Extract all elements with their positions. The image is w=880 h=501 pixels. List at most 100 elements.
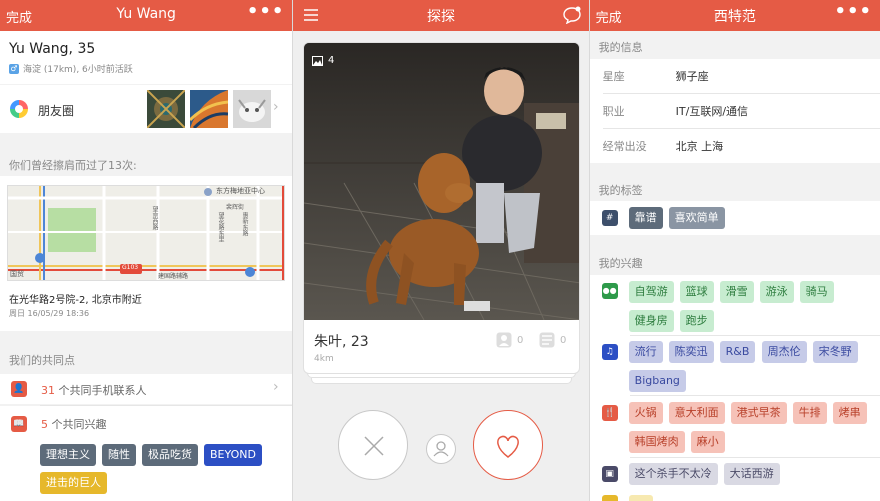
movies-tag[interactable]: 大话西游 bbox=[723, 463, 780, 485]
music-tag[interactable]: 周杰伦 bbox=[761, 341, 807, 363]
contacts-icon: 👤 bbox=[11, 381, 27, 397]
music-tag[interactable]: 流行 bbox=[628, 341, 663, 363]
info-value-haunts: 北京 上海 bbox=[675, 140, 724, 153]
map-label-street-2: 望花路东里 bbox=[217, 212, 224, 242]
common-tag[interactable]: 极品吃货 bbox=[142, 444, 198, 466]
common-friends-count: 0 bbox=[496, 332, 523, 348]
close-icon bbox=[364, 436, 384, 456]
moment-thumbnail-1[interactable] bbox=[147, 90, 185, 128]
row-divider bbox=[629, 395, 880, 396]
food-tag[interactable]: 火锅 bbox=[628, 402, 663, 424]
map-label-poi: 东方梅地亚中心 bbox=[216, 187, 265, 195]
top-bar: 探探 bbox=[293, 0, 589, 31]
common-tag[interactable]: 理想主义 bbox=[40, 444, 96, 466]
moments-count: 0 bbox=[539, 332, 566, 348]
moments-label: 朋友圈 bbox=[38, 104, 75, 118]
encounter-map[interactable]: 东方梅地亚中心 裴辉街 望花路东里 望京西路 惠新东路 建国路辅路 国贸 G10… bbox=[7, 185, 285, 281]
row-divider bbox=[602, 128, 880, 129]
info-label-haunts: 经常出没 bbox=[602, 140, 647, 153]
top-bar: 完成 Yu Wang ••• bbox=[0, 0, 293, 31]
sports-tag[interactable]: 篮球 bbox=[679, 281, 714, 303]
common-interests-count: 5 bbox=[41, 418, 48, 431]
music-tag[interactable]: 宋冬野 bbox=[812, 341, 858, 363]
image-icon bbox=[312, 55, 323, 66]
common-tag[interactable]: 随性 bbox=[102, 444, 136, 466]
location-status-text: 海淀 (17km), 6小时前活跃 bbox=[23, 65, 133, 75]
common-contacts-label: 个共同手机联系人 bbox=[55, 384, 147, 397]
sports-tag[interactable]: 跑步 bbox=[679, 310, 714, 332]
music-tag[interactable]: Bigbang bbox=[628, 370, 686, 392]
food-icon: 🍴 bbox=[601, 405, 618, 421]
common-tag[interactable]: 进击的巨人 bbox=[40, 472, 107, 494]
chat-bubble-icon[interactable] bbox=[562, 6, 581, 24]
profile-screen-info: 完成 西特范 ••• 我的信息 星座 狮子座 职业 IT/互联网/通信 经常出没… bbox=[589, 0, 880, 501]
page-title: 探探 bbox=[426, 9, 455, 25]
dislike-button[interactable] bbox=[338, 410, 408, 480]
profile-icon bbox=[433, 441, 449, 457]
profile-card[interactable]: 4 朱叶, 23 4km 0 0 bbox=[303, 42, 580, 374]
food-tag[interactable]: 牛排 bbox=[792, 402, 827, 424]
card-name-age: 朱叶, 23 bbox=[314, 334, 369, 350]
food-tag[interactable]: 麻小 bbox=[690, 431, 725, 453]
row-divider bbox=[602, 93, 880, 94]
more-button[interactable]: ••• bbox=[834, 1, 872, 22]
heart-icon bbox=[497, 435, 519, 458]
music-tag[interactable]: 陈奕迅 bbox=[668, 341, 714, 363]
top-bar: 完成 西特范 ••• bbox=[589, 0, 880, 31]
chevron-right-icon: › bbox=[273, 99, 279, 115]
encounter-time: 周日 16/05/29 18:36 bbox=[9, 309, 90, 318]
moment-thumbnail-2[interactable] bbox=[190, 90, 228, 128]
map-label-street-4: 惠新东路 bbox=[241, 212, 248, 236]
info-label-job: 职业 bbox=[602, 105, 625, 118]
sports-icon: ●● bbox=[601, 283, 618, 299]
sports-tag[interactable]: 游泳 bbox=[759, 281, 794, 303]
sports-tag[interactable]: 健身房 bbox=[628, 310, 674, 332]
encounter-address: 在光华路2号院-2, 北京市附近 bbox=[9, 295, 142, 306]
view-profile-button[interactable] bbox=[426, 434, 456, 464]
sports-tag[interactable]: 骑马 bbox=[799, 281, 834, 303]
sports-tag[interactable]: 滑雪 bbox=[719, 281, 754, 303]
card-distance: 4km bbox=[314, 354, 334, 364]
music-tag[interactable]: R&B bbox=[719, 341, 756, 363]
common-contacts-row[interactable]: 👤 31 个共同手机联系人 › bbox=[0, 374, 293, 404]
moments-icon bbox=[10, 100, 28, 118]
more-button[interactable]: ••• bbox=[247, 1, 285, 22]
info-label-zodiac: 星座 bbox=[602, 70, 625, 83]
info-value-job: IT/互联网/通信 bbox=[675, 105, 749, 118]
movie-icon: ▣ bbox=[601, 466, 618, 482]
card-stack-shadow-2 bbox=[311, 378, 572, 384]
my-tag[interactable]: 靠谱 bbox=[628, 207, 663, 229]
food-tag[interactable]: 港式早茶 bbox=[730, 402, 787, 424]
food-tag[interactable]: 意大利面 bbox=[668, 402, 725, 424]
common-interests-text: 5 个共同兴趣 bbox=[41, 416, 107, 432]
food-tag[interactable]: 韩国烤肉 bbox=[628, 431, 685, 453]
interests-title: 我的兴趣 bbox=[598, 257, 643, 270]
info-value-zodiac: 狮子座 bbox=[675, 70, 709, 83]
sports-tag[interactable]: 自驾游 bbox=[628, 281, 674, 303]
book-icon: 📖 bbox=[11, 416, 27, 432]
row-divider bbox=[629, 457, 880, 458]
photo-count: 4 bbox=[328, 55, 335, 66]
hashtag-icon: # bbox=[601, 210, 618, 226]
moments-count-value: 0 bbox=[560, 334, 567, 346]
moment-thumbnail-3[interactable] bbox=[233, 90, 271, 128]
common-contacts-count: 31 bbox=[41, 384, 55, 397]
profile-screen-yu-wang: 完成 Yu Wang ••• Yu Wang, 35 ♂ 海淀 (17km), … bbox=[0, 0, 293, 501]
like-button[interactable] bbox=[473, 410, 543, 480]
music-icon: ♫ bbox=[601, 344, 618, 360]
common-interests-label: 个共同兴趣 bbox=[48, 418, 107, 431]
common-title: 我们的共同点 bbox=[9, 354, 75, 367]
tags-title: 我的标签 bbox=[598, 184, 643, 197]
next-section-tag[interactable] bbox=[628, 495, 653, 501]
food-tag[interactable]: 烤串 bbox=[832, 402, 867, 424]
profile-photo[interactable]: 4 bbox=[304, 43, 579, 320]
my-tag[interactable]: 喜欢简单 bbox=[668, 207, 725, 229]
movies-tag[interactable]: 这个杀手不太冷 bbox=[628, 463, 718, 485]
app-screens: 完成 Yu Wang ••• Yu Wang, 35 ♂ 海淀 (17km), … bbox=[0, 0, 880, 501]
common-tag[interactable]: BEYOND bbox=[204, 444, 262, 466]
friends-count-value: 0 bbox=[517, 334, 524, 346]
chevron-right-icon: › bbox=[273, 379, 279, 395]
map-label-highway: G103 bbox=[122, 264, 139, 271]
row-divider bbox=[629, 335, 880, 336]
map-label-guomao: 国贸 bbox=[10, 270, 24, 278]
